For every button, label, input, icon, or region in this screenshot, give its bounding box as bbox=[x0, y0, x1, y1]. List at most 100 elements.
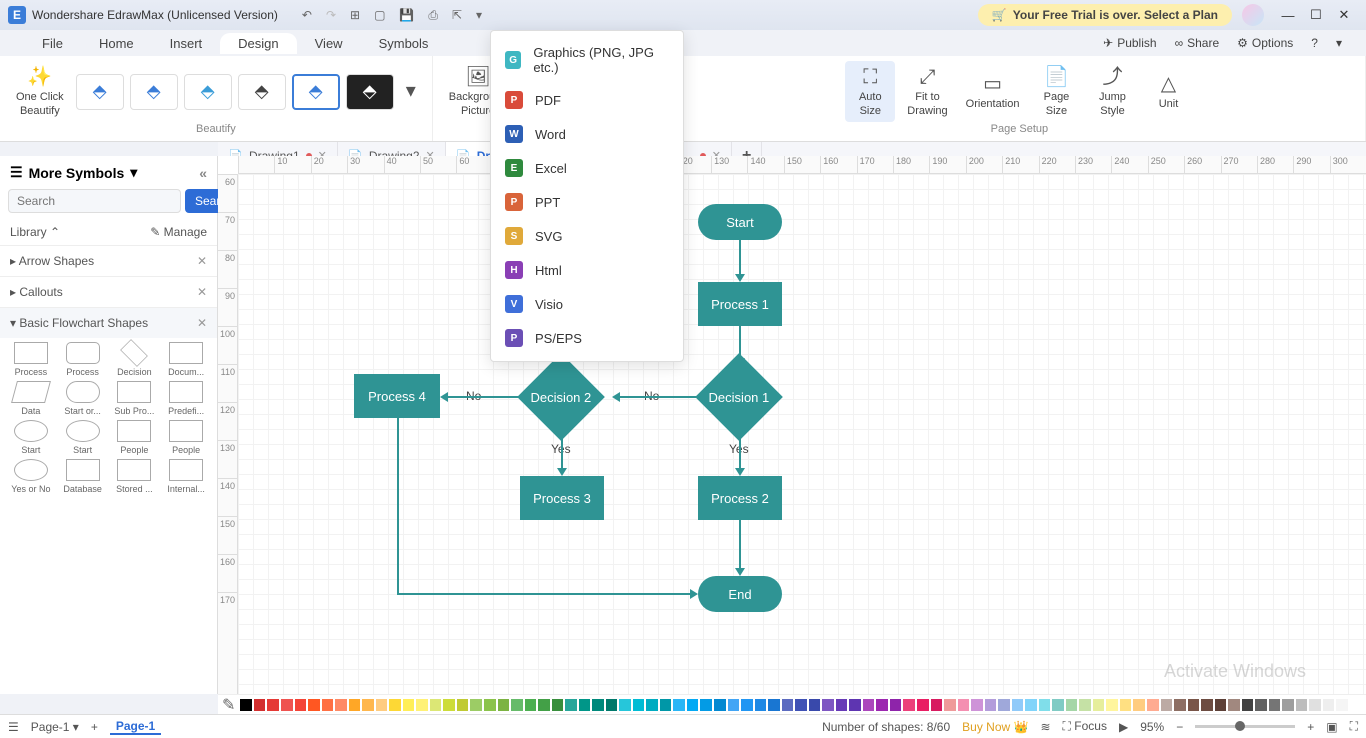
library-label[interactable]: Library ⌃ bbox=[10, 225, 60, 239]
color-swatch[interactable] bbox=[619, 699, 631, 711]
theme-1[interactable]: ⬘ bbox=[76, 74, 124, 110]
color-swatch[interactable] bbox=[1296, 699, 1308, 711]
theme-2[interactable]: ⬘ bbox=[130, 74, 178, 110]
color-swatch[interactable] bbox=[917, 699, 929, 711]
export-menu-item[interactable]: EExcel bbox=[491, 151, 683, 185]
color-swatch[interactable] bbox=[1106, 699, 1118, 711]
color-swatch[interactable] bbox=[552, 699, 564, 711]
color-swatch[interactable] bbox=[971, 699, 983, 711]
color-swatch[interactable] bbox=[579, 699, 591, 711]
color-swatch[interactable] bbox=[335, 699, 347, 711]
color-swatch[interactable] bbox=[890, 699, 902, 711]
color-swatch[interactable] bbox=[1336, 699, 1348, 711]
shape-stencil[interactable]: Process bbox=[6, 342, 56, 377]
color-swatch[interactable] bbox=[1161, 699, 1173, 711]
page-tab[interactable]: Page-1 bbox=[110, 719, 161, 735]
focus-button[interactable]: ⛶ Focus bbox=[1063, 719, 1107, 734]
color-swatch[interactable] bbox=[822, 699, 834, 711]
color-swatch[interactable] bbox=[1039, 699, 1051, 711]
color-swatch[interactable] bbox=[1269, 699, 1281, 711]
cat-arrow-shapes[interactable]: ▸ Arrow Shapes✕ bbox=[0, 245, 217, 276]
color-swatch[interactable] bbox=[633, 699, 645, 711]
shape-start[interactable]: Start bbox=[698, 204, 782, 240]
color-swatch[interactable] bbox=[1120, 699, 1132, 711]
menu-file[interactable]: File bbox=[24, 33, 81, 54]
color-swatch[interactable] bbox=[985, 699, 997, 711]
help-icon[interactable]: ? bbox=[1311, 36, 1318, 50]
color-swatch[interactable] bbox=[1052, 699, 1064, 711]
color-swatch[interactable] bbox=[1228, 699, 1240, 711]
page-size-button[interactable]: 📄Page Size bbox=[1031, 61, 1081, 121]
export-menu-item[interactable]: PPPT bbox=[491, 185, 683, 219]
color-swatch[interactable] bbox=[430, 699, 442, 711]
color-swatch[interactable] bbox=[538, 699, 550, 711]
color-swatch[interactable] bbox=[741, 699, 753, 711]
color-swatch[interactable] bbox=[240, 699, 252, 711]
color-swatch[interactable] bbox=[795, 699, 807, 711]
color-swatch[interactable] bbox=[1025, 699, 1037, 711]
options-button[interactable]: ⚙ Options bbox=[1237, 36, 1293, 50]
theme-3[interactable]: ⬘ bbox=[184, 74, 232, 110]
color-swatch[interactable] bbox=[457, 699, 469, 711]
cat-callouts[interactable]: ▸ Callouts✕ bbox=[0, 276, 217, 307]
print-icon[interactable]: ⎙ bbox=[428, 8, 438, 23]
shape-process3[interactable]: Process 3 bbox=[520, 476, 604, 520]
zoom-out-icon[interactable]: − bbox=[1176, 720, 1183, 734]
canvas[interactable]: Start Process 1 Decision 1 Yes No Decisi… bbox=[238, 174, 1366, 694]
color-swatch[interactable] bbox=[1133, 699, 1145, 711]
shape-stencil[interactable]: People bbox=[161, 420, 211, 455]
new-icon[interactable]: ⊞ bbox=[350, 8, 360, 23]
color-swatch[interactable] bbox=[782, 699, 794, 711]
shape-end[interactable]: End bbox=[698, 576, 782, 612]
color-swatch[interactable] bbox=[863, 699, 875, 711]
color-swatch[interactable] bbox=[1215, 699, 1227, 711]
color-swatch[interactable] bbox=[660, 699, 672, 711]
color-swatch[interactable] bbox=[403, 699, 415, 711]
color-swatch[interactable] bbox=[944, 699, 956, 711]
color-swatch[interactable] bbox=[903, 699, 915, 711]
color-swatch[interactable] bbox=[470, 699, 482, 711]
color-swatch[interactable] bbox=[362, 699, 374, 711]
color-swatch[interactable] bbox=[1188, 699, 1200, 711]
shape-stencil[interactable]: Stored ... bbox=[110, 459, 160, 494]
shape-stencil[interactable]: Decision bbox=[110, 342, 160, 377]
undo-icon[interactable]: ↶ bbox=[302, 8, 312, 23]
color-swatch[interactable] bbox=[376, 699, 388, 711]
color-swatch[interactable] bbox=[267, 699, 279, 711]
color-swatch[interactable] bbox=[1012, 699, 1024, 711]
color-swatch[interactable] bbox=[876, 699, 888, 711]
color-swatch[interactable] bbox=[714, 699, 726, 711]
color-swatch[interactable] bbox=[254, 699, 266, 711]
color-swatch[interactable] bbox=[687, 699, 699, 711]
color-swatch[interactable] bbox=[1201, 699, 1213, 711]
fit-to-drawing-button[interactable]: ⤢Fit to Drawing bbox=[901, 61, 953, 121]
color-swatch[interactable] bbox=[1282, 699, 1294, 711]
menu-symbols[interactable]: Symbols bbox=[361, 33, 447, 54]
cat-basic-flowchart[interactable]: ▾ Basic Flowchart Shapes✕ bbox=[0, 307, 217, 338]
color-swatch[interactable] bbox=[484, 699, 496, 711]
close-button[interactable]: ✕ bbox=[1330, 7, 1358, 23]
menu-design[interactable]: Design bbox=[220, 33, 296, 54]
export-menu-item[interactable]: HHtml bbox=[491, 253, 683, 287]
export-menu-item[interactable]: GGraphics (PNG, JPG etc.) bbox=[491, 37, 683, 83]
color-swatch[interactable] bbox=[958, 699, 970, 711]
menu-view[interactable]: View bbox=[297, 33, 361, 54]
color-swatch[interactable] bbox=[836, 699, 848, 711]
add-page-icon[interactable]: + bbox=[91, 720, 98, 734]
theme-5[interactable]: ⬘ bbox=[292, 74, 340, 110]
color-swatch[interactable] bbox=[1066, 699, 1078, 711]
shape-process1[interactable]: Process 1 bbox=[698, 282, 782, 326]
color-swatch[interactable] bbox=[308, 699, 320, 711]
one-click-beautify-button[interactable]: ✨ One Click Beautify bbox=[10, 61, 70, 121]
color-swatch[interactable] bbox=[1242, 699, 1254, 711]
shape-stencil[interactable]: Data bbox=[6, 381, 56, 416]
shape-stencil[interactable]: Predefi... bbox=[161, 381, 211, 416]
zoom-in-icon[interactable]: + bbox=[1307, 720, 1314, 734]
export-menu-item[interactable]: PPS/EPS bbox=[491, 321, 683, 355]
color-swatch[interactable] bbox=[1350, 699, 1362, 711]
shape-stencil[interactable]: People bbox=[110, 420, 160, 455]
color-swatch[interactable] bbox=[349, 699, 361, 711]
shape-stencil[interactable]: Database bbox=[58, 459, 108, 494]
outline-icon[interactable]: ☰ bbox=[8, 720, 19, 734]
color-swatch[interactable] bbox=[416, 699, 428, 711]
